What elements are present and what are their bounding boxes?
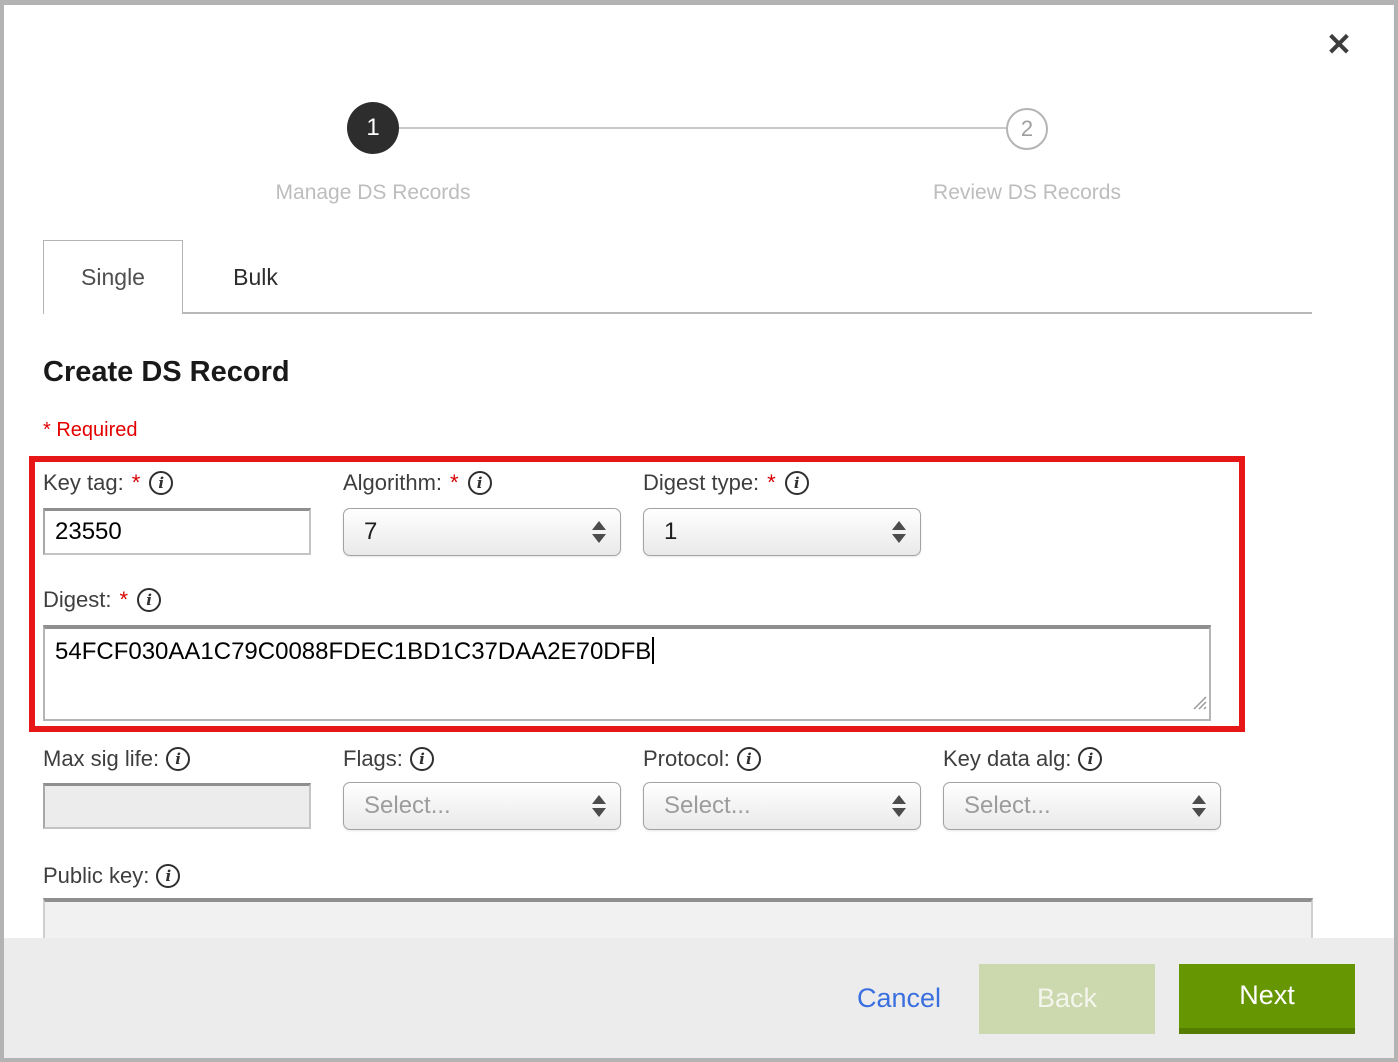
info-glyph: i [794, 474, 800, 492]
algorithm-label-text: Algorithm: [343, 470, 442, 496]
public-key-label-text: Public key: [43, 863, 149, 889]
select-stepper-arrows-icon [592, 521, 606, 543]
key-tag-label-text: Key tag: [43, 470, 124, 496]
select-stepper-arrows-icon [892, 795, 906, 817]
max-sig-life-info-icon[interactable]: i [166, 747, 190, 771]
algorithm-info-icon[interactable]: i [468, 471, 492, 495]
digest-required-star: * [119, 587, 128, 613]
step-2-label: Review DS Records [933, 181, 1121, 205]
info-glyph: i [477, 474, 483, 492]
algorithm-label: Algorithm: * i [343, 470, 492, 496]
max-sig-life-label: Max sig life: i [43, 746, 190, 772]
key-tag-label: Key tag: * i [43, 470, 173, 496]
flags-info-icon[interactable]: i [410, 747, 434, 771]
tab-single[interactable]: Single [43, 240, 183, 314]
protocol-label-text: Protocol: [643, 746, 730, 772]
flags-label-text: Flags: [343, 746, 403, 772]
select-stepper-arrows-icon [592, 795, 606, 817]
back-button[interactable]: Back [979, 964, 1155, 1034]
close-icon[interactable]: ✕ [1326, 29, 1352, 60]
key-data-alg-select-value: Select... [964, 792, 1051, 820]
select-stepper-arrows-icon [1192, 795, 1206, 817]
select-stepper-arrows-icon [892, 521, 906, 543]
protocol-select[interactable]: Select... [643, 782, 921, 830]
step-1-number: 1 [366, 114, 379, 142]
key-data-alg-label: Key data alg: i [943, 746, 1102, 772]
step-2-circle: 2 [1006, 108, 1048, 150]
info-glyph: i [166, 867, 172, 885]
modal-footer: Cancel Back Next [4, 938, 1394, 1059]
digest-type-required-star: * [767, 470, 776, 496]
key-tag-input[interactable] [43, 508, 311, 555]
tab-bar-divider [183, 312, 1312, 314]
digest-type-select-value: 1 [664, 518, 677, 546]
text-caret [652, 637, 654, 664]
step-1-circle: 1 [347, 102, 399, 154]
info-glyph: i [146, 591, 152, 609]
digest-label-text: Digest: [43, 587, 111, 613]
step-1-label: Manage DS Records [276, 181, 471, 205]
key-data-alg-info-icon[interactable]: i [1078, 747, 1102, 771]
public-key-info-icon[interactable]: i [156, 864, 180, 888]
digest-label: Digest: * i [43, 587, 161, 613]
resize-handle-icon[interactable] [1192, 689, 1207, 717]
digest-textarea[interactable]: 54FCF030AA1C79C0088FDEC1BD1C37DAA2E70DFB [43, 625, 1211, 721]
digest-type-select[interactable]: 1 [643, 508, 921, 556]
flags-label: Flags: i [343, 746, 434, 772]
max-sig-life-label-text: Max sig life: [43, 746, 159, 772]
public-key-label: Public key: i [43, 863, 180, 889]
info-glyph: i [419, 750, 425, 768]
required-note: * Required [43, 419, 138, 442]
info-glyph: i [175, 750, 181, 768]
tab-bulk[interactable]: Bulk [183, 240, 328, 314]
key-tag-info-icon[interactable]: i [149, 471, 173, 495]
page-title: Create DS Record [43, 356, 290, 389]
step-2-number: 2 [1021, 116, 1033, 142]
protocol-label: Protocol: i [643, 746, 761, 772]
max-sig-life-input[interactable] [43, 783, 311, 829]
algorithm-select-value: 7 [364, 518, 377, 546]
public-key-textarea[interactable] [43, 898, 1313, 943]
digest-info-icon[interactable]: i [137, 588, 161, 612]
key-data-alg-label-text: Key data alg: [943, 746, 1071, 772]
info-glyph: i [746, 750, 752, 768]
stepper-connector-line [398, 127, 1006, 129]
flags-select[interactable]: Select... [343, 782, 621, 830]
cancel-button[interactable]: Cancel [857, 983, 941, 1014]
algorithm-required-star: * [450, 470, 459, 496]
digest-type-label-text: Digest type: [643, 470, 759, 496]
info-glyph: i [158, 474, 164, 492]
protocol-info-icon[interactable]: i [737, 747, 761, 771]
key-tag-required-star: * [132, 470, 141, 496]
create-ds-record-modal: ✕ 1 2 Manage DS Records Review DS Record… [0, 0, 1398, 1062]
digest-textarea-value: 54FCF030AA1C79C0088FDEC1BD1C37DAA2E70DFB [55, 638, 651, 665]
protocol-select-value: Select... [664, 792, 751, 820]
digest-type-label: Digest type: * i [643, 470, 809, 496]
next-button[interactable]: Next [1179, 964, 1355, 1034]
flags-select-value: Select... [364, 792, 451, 820]
info-glyph: i [1088, 750, 1094, 768]
key-data-alg-select[interactable]: Select... [943, 782, 1221, 830]
algorithm-select[interactable]: 7 [343, 508, 621, 556]
digest-type-info-icon[interactable]: i [785, 471, 809, 495]
